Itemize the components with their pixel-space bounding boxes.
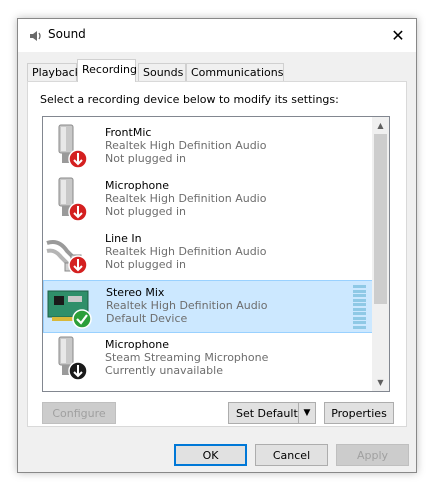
tab-label: Recording <box>82 63 138 76</box>
list-item[interactable]: Line In Realtek High Definition Audio No… <box>43 227 373 280</box>
device-driver: Realtek High Definition Audio <box>106 299 268 312</box>
device-status: Not plugged in <box>105 205 187 218</box>
sound-card-icon <box>47 290 92 329</box>
level-meter <box>353 285 366 329</box>
recording-panel: Select a recording device below to modif… <box>27 81 407 427</box>
device-status: Currently unavailable <box>105 364 223 377</box>
list-item[interactable]: Microphone Steam Streaming Microphone Cu… <box>43 333 373 386</box>
tab-label: Communications <box>191 66 284 79</box>
button-label: Configure <box>52 406 106 420</box>
scroll-down-icon[interactable]: ▼ <box>372 374 389 391</box>
properties-button[interactable]: Properties <box>324 402 394 424</box>
title-bar[interactable]: Sound ✕ <box>18 19 416 52</box>
button-label: Cancel <box>272 448 311 462</box>
tab-label: Sounds <box>143 66 184 79</box>
device-status: Not plugged in <box>105 258 187 271</box>
microphone-icon <box>58 336 88 381</box>
instruction-text: Select a recording device below to modif… <box>40 93 339 106</box>
device-name: FrontMic <box>105 126 152 139</box>
microphone-icon <box>58 124 88 169</box>
cancel-button[interactable]: Cancel <box>255 444 328 466</box>
device-status: Default Device <box>106 312 188 325</box>
apply-button[interactable]: Apply <box>336 444 409 466</box>
list-item-selected[interactable]: Stereo Mix Realtek High Definition Audio… <box>43 280 373 333</box>
tab-communications[interactable]: Communications <box>186 63 284 81</box>
device-driver: Steam Streaming Microphone <box>105 351 269 364</box>
device-driver: Realtek High Definition Audio <box>105 192 267 205</box>
line-in-cable-icon <box>46 240 88 275</box>
configure-button[interactable]: Configure <box>42 402 116 424</box>
device-name: Stereo Mix <box>106 286 165 299</box>
sound-dialog: Sound ✕ Playback Recording Sounds Commun… <box>17 18 417 473</box>
device-driver: Realtek High Definition Audio <box>105 139 267 152</box>
set-default-button[interactable]: Set Default ▼ <box>228 402 316 424</box>
tab-label: Playback <box>32 66 82 79</box>
tab-recording[interactable]: Recording <box>77 59 138 82</box>
button-label: Properties <box>331 406 387 420</box>
scroll-up-icon[interactable]: ▲ <box>372 117 389 134</box>
device-name: Microphone <box>105 179 170 192</box>
list-item[interactable]: FrontMic Realtek High Definition Audio N… <box>43 121 373 174</box>
window-title: Sound <box>48 27 86 41</box>
device-name: Microphone <box>105 338 170 351</box>
scroll-thumb[interactable] <box>374 134 387 304</box>
green-check-icon <box>72 309 92 329</box>
button-label: OK <box>202 448 219 462</box>
device-list[interactable]: FrontMic Realtek High Definition Audio N… <box>42 116 390 392</box>
microphone-icon <box>58 177 88 222</box>
close-button[interactable]: ✕ <box>380 19 416 52</box>
close-icon: ✕ <box>391 26 405 45</box>
vertical-scrollbar[interactable]: ▲ ▼ <box>372 117 389 391</box>
ok-button[interactable]: OK <box>174 444 247 466</box>
tab-playback[interactable]: Playback <box>27 63 81 81</box>
button-label: Set Default <box>236 406 298 420</box>
speaker-icon <box>30 31 41 41</box>
list-item[interactable]: Microphone Realtek High Definition Audio… <box>43 174 373 227</box>
device-driver: Realtek High Definition Audio <box>105 245 267 258</box>
button-label: Apply <box>356 448 389 462</box>
tab-sounds[interactable]: Sounds <box>138 63 186 81</box>
device-status: Not plugged in <box>105 152 187 165</box>
device-name: Line In <box>105 232 142 245</box>
dropdown-arrow-icon[interactable]: ▼ <box>298 403 315 423</box>
